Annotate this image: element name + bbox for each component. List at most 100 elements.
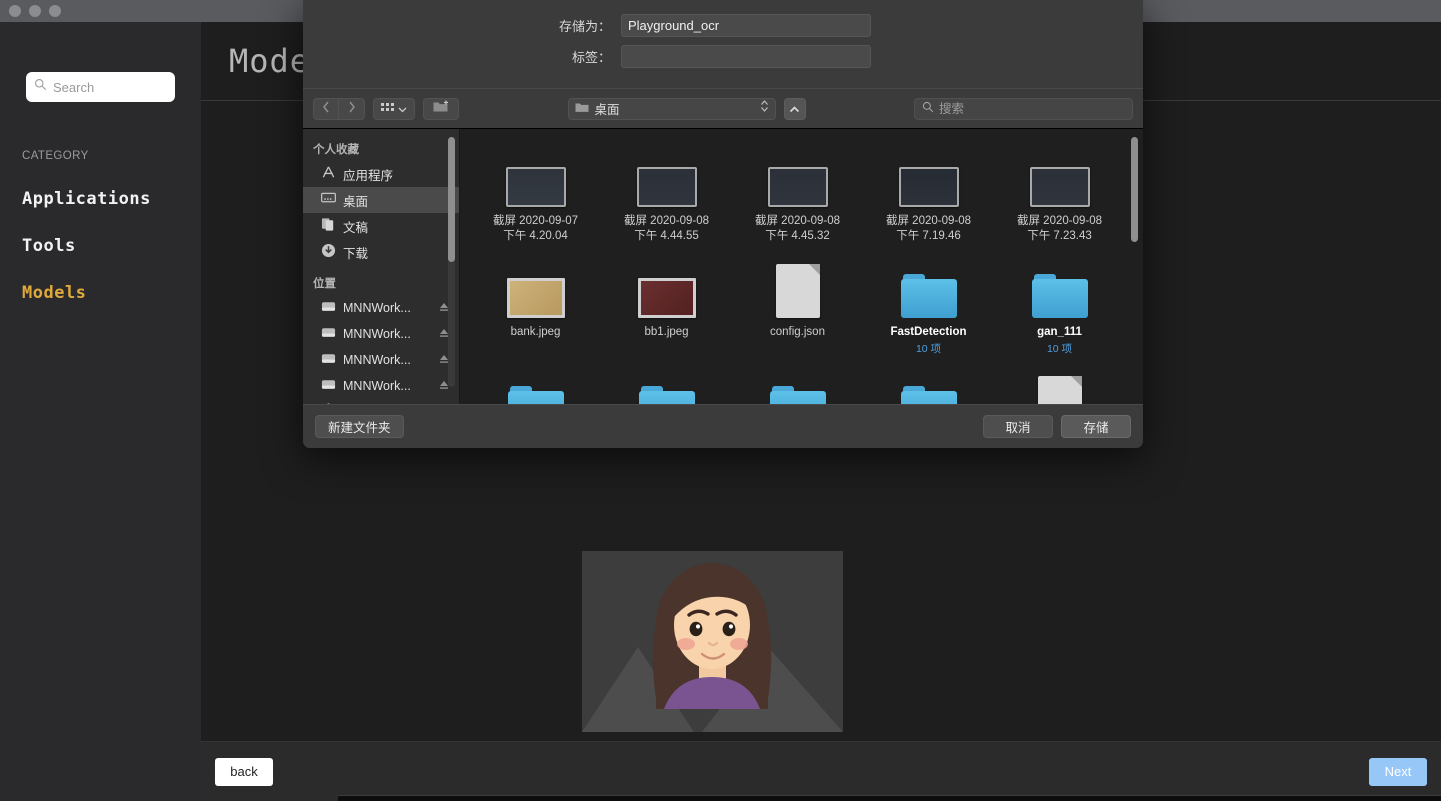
sidebar-item-desktop[interactable]: 桌面: [303, 187, 459, 213]
file-name: bb1.jpeg: [644, 326, 689, 338]
sidebar-item-volume-1[interactable]: MNNWork...: [303, 295, 459, 321]
save-dialog-toolbar: 桌面: [303, 88, 1143, 128]
sidebar-item-network[interactable]: 网络: [303, 399, 459, 404]
file-item-partial[interactable]: [863, 368, 994, 404]
network-icon: [321, 403, 336, 404]
chevron-left-icon: [322, 100, 330, 118]
sidebar-item-label: 桌面: [343, 194, 369, 209]
sidebar-section-favorites: 个人收藏: [313, 144, 359, 156]
file-item[interactable]: bank.jpeg: [470, 256, 601, 356]
file-item[interactable]: config.json: [732, 256, 863, 356]
search-icon: [34, 78, 47, 96]
file-item-partial[interactable]: [994, 368, 1125, 404]
folder-icon: [507, 368, 564, 404]
file-name: gan_111: [1037, 326, 1082, 338]
folder-icon: [575, 100, 589, 118]
path-popup-button[interactable]: 桌面: [567, 97, 776, 120]
save-button[interactable]: 存储: [1061, 415, 1131, 438]
sidebar-item-documents[interactable]: 文稿: [303, 213, 459, 239]
file-item[interactable]: 截屏 2020-09-08 下午 4.45.32: [732, 145, 863, 244]
sidebar-item-volume-3[interactable]: MNNWork...: [303, 347, 459, 373]
sidebar-section-locations: 位置: [313, 278, 336, 290]
sidebar-item-label: MNNWork...: [343, 301, 411, 315]
document-icon: [775, 256, 820, 318]
file-item[interactable]: 截屏 2020-09-08 下午 4.44.55: [601, 145, 732, 244]
screenshot-icon: [898, 145, 959, 207]
updown-stepper-icon: [760, 99, 769, 118]
back-button[interactable]: back: [215, 757, 273, 786]
sidebar-item-tools[interactable]: Tools: [22, 236, 201, 256]
tags-label: 标签：: [571, 50, 611, 65]
disk-icon: [321, 352, 336, 368]
sidebar-item-models[interactable]: Models: [22, 283, 201, 303]
screenshot-icon: [1029, 145, 1090, 207]
search-box[interactable]: [26, 72, 175, 102]
save-dialog-footer: 新建文件夹 取消 存储: [303, 404, 1143, 448]
file-name: bank.jpeg: [510, 326, 561, 338]
grid-view-icon: [381, 100, 394, 118]
file-item-partial[interactable]: [732, 368, 863, 404]
screenshot-icon: [636, 145, 697, 207]
save-as-label: 存储为：: [558, 19, 611, 34]
file-grid-wrap: 截屏 2020-09-07 下午 4.20.04 截屏 2020-09-08 下…: [460, 129, 1143, 404]
sidebar-item-volume-2[interactable]: MNNWork...: [303, 321, 459, 347]
footer-actions: 取消 存储: [983, 415, 1131, 438]
app-sidebar: CATEGORY Applications Tools Models: [0, 22, 201, 801]
disk-icon: [321, 378, 336, 394]
file-item[interactable]: bb1.jpeg: [601, 256, 732, 356]
chevron-up-icon: [789, 100, 800, 118]
minimize-button[interactable]: [29, 5, 41, 17]
folder-item-count: 10 项: [915, 343, 942, 355]
back-nav-button[interactable]: [313, 97, 339, 120]
file-item[interactable]: 截屏 2020-09-07 下午 4.20.04: [470, 145, 601, 244]
tags-input[interactable]: [621, 45, 871, 68]
dialog-search-box[interactable]: [914, 97, 1133, 120]
window-bottom-edge: [338, 795, 1441, 801]
sidebar-item-label: 下载: [343, 246, 369, 261]
sidebar-item-applications[interactable]: Applications: [22, 189, 201, 209]
file-item[interactable]: FastDetection 10 项: [863, 256, 994, 356]
file-item[interactable]: gan_111 10 项: [994, 256, 1125, 356]
document-icon: [1037, 368, 1082, 404]
file-item-partial[interactable]: [470, 368, 601, 404]
sidebar-item-label: MNNWork...: [343, 379, 411, 393]
file-item[interactable]: 截屏 2020-09-08 下午 7.23.43: [994, 145, 1125, 244]
file-name: config.json: [770, 326, 825, 338]
new-folder-toolbar-button[interactable]: [423, 97, 459, 120]
file-item-partial[interactable]: [601, 368, 732, 404]
file-item[interactable]: 截屏 2020-09-08 下午 7.19.46: [863, 145, 994, 244]
file-grid-scrollbar[interactable]: [1131, 137, 1138, 307]
sidebar-scrollbar[interactable]: [448, 137, 455, 387]
new-folder-button[interactable]: 新建文件夹: [315, 415, 404, 438]
next-button[interactable]: Next: [1369, 757, 1427, 786]
new-folder-icon: [433, 100, 450, 118]
save-dialog: 存储为： 标签：: [303, 0, 1143, 448]
category-label: CATEGORY: [22, 150, 89, 162]
file-name: 截屏 2020-09-07 下午 4.20.04: [492, 215, 579, 242]
view-mode-button[interactable]: [373, 97, 415, 120]
sidebar-item-volume-4[interactable]: MNNWork...: [303, 373, 459, 399]
save-as-input[interactable]: [621, 14, 871, 37]
search-icon: [922, 100, 934, 118]
tags-row: 标签：: [303, 45, 1143, 68]
dialog-search-input[interactable]: [939, 101, 1125, 116]
sidebar-item-label: 网络: [343, 403, 368, 405]
applications-icon: [321, 165, 336, 183]
maximize-button[interactable]: [49, 5, 61, 17]
sidebar-item-label: 应用程序: [343, 168, 394, 183]
folder-icon: [1031, 256, 1088, 318]
sidebar-item-downloads[interactable]: 下载: [303, 239, 459, 265]
desktop-icon: [321, 192, 336, 208]
forward-nav-button[interactable]: [339, 97, 365, 120]
collapse-sheet-button[interactable]: [783, 97, 806, 120]
file-browser: 个人收藏 应用程序 桌面 文稿 下载 位置 MNNWork... MNNWork…: [303, 128, 1143, 404]
folder-icon: [769, 368, 826, 404]
sidebar-item-applications[interactable]: 应用程序: [303, 161, 459, 187]
app-footer: back Next: [201, 741, 1441, 801]
chevron-right-icon: [348, 100, 356, 118]
cancel-button[interactable]: 取消: [983, 415, 1053, 438]
close-button[interactable]: [9, 5, 21, 17]
model-thumbnail: [581, 551, 843, 732]
search-input[interactable]: [53, 79, 167, 95]
folder-icon: [638, 368, 695, 404]
